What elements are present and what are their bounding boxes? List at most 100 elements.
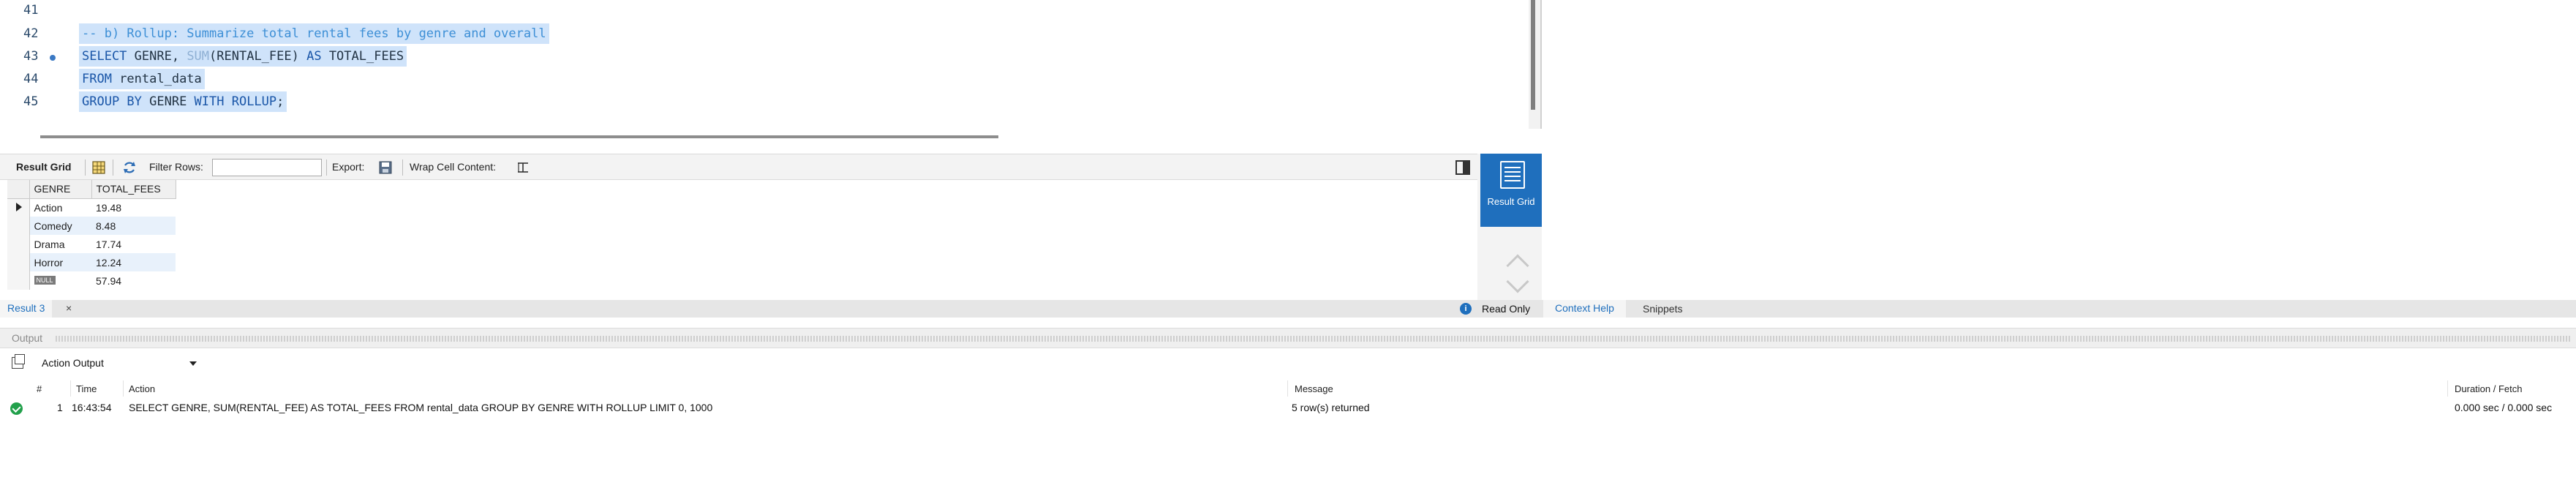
- cell-genre[interactable]: NULL: [29, 271, 91, 290]
- sql-editor[interactable]: 41 42 43 44 45 -- b) Rollup: Summarize t…: [0, 0, 1529, 129]
- cell-total-fees[interactable]: 8.48: [91, 217, 176, 235]
- success-icon: [10, 402, 23, 415]
- cell-total-fees[interactable]: 57.94: [91, 271, 176, 290]
- cell-total-fees[interactable]: 19.48: [91, 198, 176, 217]
- result-grid-side-label: Result Grid: [1487, 196, 1535, 207]
- column-header-number: #: [37, 383, 42, 394]
- column-separator: [70, 380, 71, 397]
- code-token: SUM: [187, 49, 210, 64]
- code-token: -- b) Rollup: Summarize total rental fee…: [82, 26, 546, 41]
- table-row[interactable]: Action 19.48: [7, 198, 176, 217]
- chevron-down-icon[interactable]: [1506, 270, 1529, 293]
- cell-genre[interactable]: Drama: [29, 235, 91, 253]
- column-separator: [2447, 380, 2448, 397]
- cell-total-fees[interactable]: 17.74: [91, 235, 176, 253]
- null-badge: NULL: [34, 275, 56, 285]
- tab-result-3[interactable]: Result 3: [0, 300, 53, 318]
- export-icon[interactable]: [377, 159, 393, 176]
- column-header-action: Action: [129, 383, 156, 394]
- output-row-message: 5 row(s) returned: [1292, 402, 1370, 413]
- result-grid-icon[interactable]: [91, 159, 107, 176]
- output-drag-handle[interactable]: [56, 336, 2572, 342]
- close-icon[interactable]: ×: [66, 302, 72, 314]
- output-row-number: 1: [57, 402, 63, 413]
- tab-snippets[interactable]: Snippets: [1643, 303, 1682, 315]
- export-label: Export:: [332, 161, 365, 173]
- current-row-icon: [16, 202, 22, 211]
- panel-toggle-icon[interactable]: [1455, 160, 1470, 175]
- table-row[interactable]: Horror 12.24: [7, 253, 176, 271]
- toolbar-separator: [402, 159, 403, 176]
- column-header-genre[interactable]: GENRE: [29, 180, 92, 199]
- code-line[interactable]: -- b) Rollup: Summarize total rental fee…: [79, 23, 549, 44]
- filter-rows-label: Filter Rows:: [149, 161, 203, 173]
- result-tab-bar: Result 3 × i Read Only Context Help Snip…: [0, 300, 2576, 318]
- result-grid[interactable]: GENRE TOTAL_FEES Action 19.48 Comedy 8.4…: [0, 180, 1477, 300]
- table-row[interactable]: Comedy 8.48: [7, 217, 176, 235]
- line-gutter: 41 42 43 44 45: [0, 0, 73, 129]
- wrap-cell-content-label: Wrap Cell Content:: [410, 161, 497, 173]
- table-row[interactable]: NULL 57.94: [7, 271, 176, 290]
- editor-horizontal-scrollbar[interactable]: [40, 135, 998, 138]
- line-number: 45: [23, 94, 39, 109]
- row-marker[interactable]: [7, 198, 30, 217]
- row-marker[interactable]: [7, 271, 30, 290]
- output-type-select[interactable]: Action Output: [31, 354, 200, 372]
- row-marker[interactable]: [7, 253, 30, 271]
- editor-bottom-band: [0, 129, 1540, 154]
- info-icon: i: [1460, 303, 1472, 315]
- output-toolbar: Action Output: [0, 348, 2576, 378]
- line-number: 42: [23, 26, 39, 41]
- code-line[interactable]: SELECT GENRE, SUM(RENTAL_FEE) AS TOTAL_F…: [79, 46, 407, 67]
- cell-genre[interactable]: Action: [29, 198, 91, 217]
- tab-context-help[interactable]: Context Help: [1543, 300, 1626, 318]
- result-toolbar: Result Grid Filter Rows: Export: Wrap Ce…: [0, 154, 1477, 180]
- column-header-duration: Duration / Fetch: [2455, 383, 2523, 394]
- workbench-window: 41 42 43 44 45 -- b) Rollup: Summarize t…: [0, 0, 2576, 488]
- code-token: TOTAL_FEES: [321, 49, 404, 64]
- column-header-total-fees[interactable]: TOTAL_FEES: [91, 180, 176, 199]
- tab-label: Result 3: [7, 302, 45, 314]
- code-token: rental_data: [111, 72, 202, 86]
- output-row-duration: 0.000 sec / 0.000 sec: [2455, 402, 2553, 413]
- wrap-icon[interactable]: [515, 159, 531, 176]
- column-separator: [1287, 380, 1288, 397]
- code-token: WITH ROLLUP: [194, 94, 277, 109]
- refresh-icon[interactable]: [121, 159, 138, 176]
- output-header: Output: [0, 328, 2576, 348]
- output-row-action: SELECT GENRE, SUM(RENTAL_FEE) AS TOTAL_F…: [129, 402, 713, 413]
- row-marker[interactable]: [7, 217, 30, 235]
- output-table-header: # Time Action Message Duration / Fetch: [0, 380, 2576, 397]
- result-grid-side-button[interactable]: Result Grid: [1480, 154, 1542, 227]
- read-only-status: Read Only: [1482, 303, 1531, 315]
- statement-marker-icon: [50, 55, 56, 61]
- row-marker[interactable]: [7, 235, 30, 253]
- copy-icon[interactable]: [12, 354, 25, 369]
- result-table: GENRE TOTAL_FEES Action 19.48 Comedy 8.4…: [7, 180, 176, 290]
- chevron-down-icon: [189, 361, 197, 366]
- code-line[interactable]: FROM rental_data: [79, 69, 205, 89]
- toolbar-separator: [326, 159, 327, 176]
- result-grid-icon: [1500, 161, 1525, 189]
- result-grid-label[interactable]: Result Grid: [16, 161, 71, 173]
- filter-rows-input[interactable]: [212, 159, 322, 176]
- output-row-time: 16:43:54: [72, 402, 112, 413]
- column-separator: [123, 380, 124, 397]
- column-header-time: Time: [76, 383, 97, 394]
- cell-total-fees[interactable]: 12.24: [91, 253, 176, 271]
- column-header-message: Message: [1295, 383, 1333, 394]
- cell-genre[interactable]: Comedy: [29, 217, 91, 235]
- cell-genre[interactable]: Horror: [29, 253, 91, 271]
- editor-scroll-thumb[interactable]: [1531, 0, 1535, 110]
- side-area: [1542, 0, 2576, 300]
- output-row[interactable]: 1 16:43:54 SELECT GENRE, SUM(RENTAL_FEE)…: [0, 399, 2576, 418]
- code-token: SELECT: [82, 49, 127, 64]
- table-row[interactable]: Drama 17.74: [7, 235, 176, 253]
- code-token: FROM: [82, 72, 112, 86]
- code-token: (RENTAL_FEE): [209, 49, 307, 64]
- output-title: Output: [12, 332, 43, 344]
- code-token: ;: [276, 94, 285, 109]
- line-number: 44: [23, 72, 39, 86]
- code-line[interactable]: GROUP BY GENRE WITH ROLLUP;: [79, 91, 287, 112]
- table-header-row: GENRE TOTAL_FEES: [7, 180, 176, 199]
